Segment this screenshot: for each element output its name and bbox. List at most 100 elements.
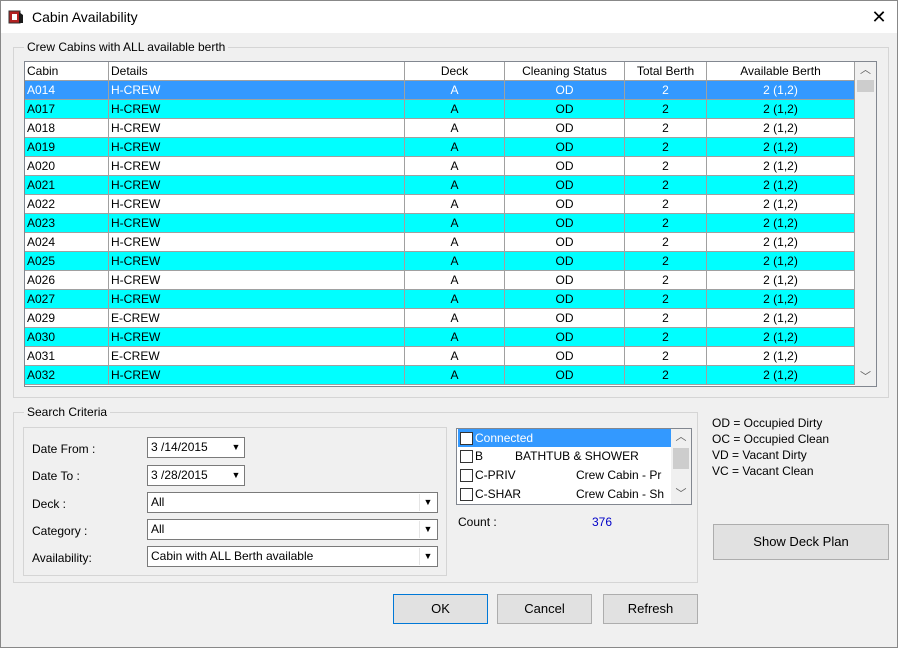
cabin-grid[interactable]: Cabin Details Deck Cleaning Status Total… xyxy=(24,61,877,387)
checkbox[interactable] xyxy=(460,469,473,482)
column-header-deck[interactable]: Deck xyxy=(405,62,505,81)
date-to-picker[interactable]: 3 /28/2015 ▼ xyxy=(147,465,245,486)
cell-cleaning-status: OD xyxy=(505,81,625,100)
dropdown-arrow-icon[interactable]: ▼ xyxy=(229,439,243,456)
cancel-button[interactable]: Cancel xyxy=(497,594,592,624)
scroll-up-icon[interactable]: ︿ xyxy=(855,62,876,79)
table-row[interactable]: A029 E-CREW A OD 2 2 (1,2) xyxy=(25,309,855,328)
scroll-thumb[interactable] xyxy=(857,80,874,92)
cell-details: H-CREW xyxy=(109,157,405,176)
table-row[interactable]: A027 H-CREW A OD 2 2 (1,2) xyxy=(25,290,855,309)
availability-select-value: Cabin with ALL Berth available xyxy=(151,549,314,563)
table-row[interactable]: A020 H-CREW A OD 2 2 (1,2) xyxy=(25,157,855,176)
table-row[interactable]: A025 H-CREW A OD 2 2 (1,2) xyxy=(25,252,855,271)
dropdown-arrow-icon[interactable]: ▼ xyxy=(229,467,243,484)
cell-details: H-CREW xyxy=(109,81,405,100)
checkbox[interactable] xyxy=(460,432,473,445)
table-row[interactable]: A018 H-CREW A OD 2 2 (1,2) xyxy=(25,119,855,138)
cell-available-berth: 2 (1,2) xyxy=(707,100,855,119)
attribute-code: Connected xyxy=(475,431,534,445)
scroll-thumb[interactable] xyxy=(673,448,689,469)
cell-available-berth: 2 (1,2) xyxy=(707,309,855,328)
attribute-description: Crew Cabin - Pr xyxy=(576,468,662,482)
cell-cabin: A030 xyxy=(25,328,109,347)
attribute-item-b[interactable]: B BATHTUB & SHOWER xyxy=(458,447,671,465)
cell-available-berth: 2 (1,2) xyxy=(707,176,855,195)
close-button[interactable]: ✕ xyxy=(861,1,897,33)
cell-deck: A xyxy=(405,195,505,214)
cell-cleaning-status: OD xyxy=(505,195,625,214)
refresh-button[interactable]: Refresh xyxy=(603,594,698,624)
cell-deck: A xyxy=(405,100,505,119)
cell-cleaning-status: OD xyxy=(505,176,625,195)
cell-details: H-CREW xyxy=(109,138,405,157)
table-row[interactable]: A017 H-CREW A OD 2 2 (1,2) xyxy=(25,100,855,119)
cell-details: H-CREW xyxy=(109,176,405,195)
cell-total-berth: 2 xyxy=(625,290,707,309)
grid-scrollbar[interactable]: ︿ ﹀ xyxy=(855,62,876,386)
dropdown-arrow-icon[interactable]: ▼ xyxy=(419,548,436,565)
deck-select[interactable]: All ▼ xyxy=(147,492,438,513)
attribute-item-connected[interactable]: Connected xyxy=(458,429,671,447)
dropdown-arrow-icon[interactable]: ▼ xyxy=(419,521,436,538)
checklist-scrollbar[interactable]: ︿ ﹀ xyxy=(671,429,691,504)
cell-deck: A xyxy=(405,366,505,385)
date-from-picker[interactable]: 3 /14/2015 ▼ xyxy=(147,437,245,458)
cell-cleaning-status: OD xyxy=(505,100,625,119)
attribute-item-c-shar[interactable]: C-SHAR Crew Cabin - Sh xyxy=(458,485,671,503)
cell-details: H-CREW xyxy=(109,271,405,290)
ok-button[interactable]: OK xyxy=(393,594,488,624)
table-row[interactable]: A026 H-CREW A OD 2 2 (1,2) xyxy=(25,271,855,290)
table-row[interactable]: A031 E-CREW A OD 2 2 (1,2) xyxy=(25,347,855,366)
availability-select[interactable]: Cabin with ALL Berth available ▼ xyxy=(147,546,438,567)
table-row[interactable]: A014 H-CREW A OD 2 2 (1,2) xyxy=(25,81,855,100)
table-row[interactable]: A023 H-CREW A OD 2 2 (1,2) xyxy=(25,214,855,233)
table-row[interactable]: A030 H-CREW A OD 2 2 (1,2) xyxy=(25,328,855,347)
attribute-checklist[interactable]: Connected B BATHTUB & SHOWER C-PRIV Crew… xyxy=(456,428,692,505)
cell-deck: A xyxy=(405,271,505,290)
cell-cabin: A029 xyxy=(25,309,109,328)
scroll-down-icon[interactable]: ﹀ xyxy=(855,369,876,386)
table-row[interactable]: A024 H-CREW A OD 2 2 (1,2) xyxy=(25,233,855,252)
show-deck-plan-button[interactable]: Show Deck Plan xyxy=(713,524,889,560)
checkbox[interactable] xyxy=(460,488,473,501)
column-header-available-berth[interactable]: Available Berth xyxy=(707,62,855,81)
attribute-item-c-priv[interactable]: C-PRIV Crew Cabin - Pr xyxy=(458,466,671,484)
column-header-details[interactable]: Details xyxy=(109,62,405,81)
refresh-label: Refresh xyxy=(627,601,674,616)
cell-deck: A xyxy=(405,233,505,252)
availability-label: Availability: xyxy=(32,551,92,565)
cell-cabin: A031 xyxy=(25,347,109,366)
dropdown-arrow-icon[interactable]: ▼ xyxy=(419,494,436,511)
column-header-cleaning-status[interactable]: Cleaning Status xyxy=(505,62,625,81)
scroll-down-icon[interactable]: ﹀ xyxy=(671,486,691,503)
cell-deck: A xyxy=(405,214,505,233)
table-row[interactable]: A019 H-CREW A OD 2 2 (1,2) xyxy=(25,138,855,157)
cell-deck: A xyxy=(405,81,505,100)
table-row[interactable]: A022 H-CREW A OD 2 2 (1,2) xyxy=(25,195,855,214)
table-row[interactable]: A032 H-CREW A OD 2 2 (1,2) xyxy=(25,366,855,385)
scroll-up-icon[interactable]: ︿ xyxy=(671,429,691,446)
column-header-cabin[interactable]: Cabin xyxy=(25,62,109,81)
cell-deck: A xyxy=(405,176,505,195)
date-to-value: 3 /28/2015 xyxy=(151,468,208,482)
cell-cleaning-status: OD xyxy=(505,233,625,252)
checkbox[interactable] xyxy=(460,450,473,463)
cell-available-berth: 2 (1,2) xyxy=(707,157,855,176)
date-from-label: Date From : xyxy=(32,442,96,456)
table-row[interactable]: A021 H-CREW A OD 2 2 (1,2) xyxy=(25,176,855,195)
show-deck-plan-label: Show Deck Plan xyxy=(753,534,849,549)
legend-vc: VC = Vacant Clean xyxy=(712,464,814,478)
column-header-total-berth[interactable]: Total Berth xyxy=(625,62,707,81)
cell-cleaning-status: OD xyxy=(505,271,625,290)
category-label: Category : xyxy=(32,524,88,538)
ok-label: OK xyxy=(431,601,450,616)
cell-total-berth: 2 xyxy=(625,233,707,252)
cell-total-berth: 2 xyxy=(625,119,707,138)
category-select[interactable]: All ▼ xyxy=(147,519,438,540)
cell-cabin: A023 xyxy=(25,214,109,233)
cell-cleaning-status: OD xyxy=(505,347,625,366)
grid-header: Cabin Details Deck Cleaning Status Total… xyxy=(25,62,855,81)
search-criteria-label: Search Criteria xyxy=(24,405,111,419)
cell-cleaning-status: OD xyxy=(505,309,625,328)
